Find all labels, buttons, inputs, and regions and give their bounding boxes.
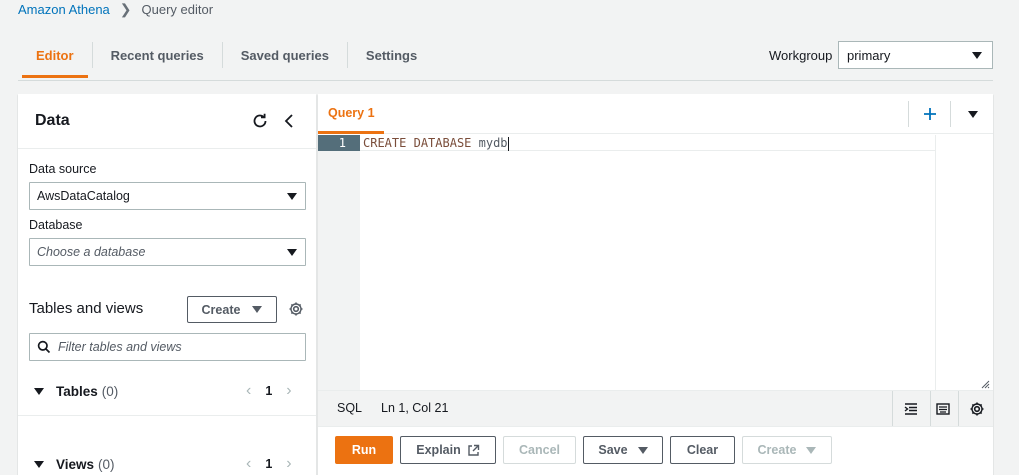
caret-down-icon [287,193,297,200]
tab-saved-queries[interactable]: Saved queries [223,42,347,78]
caret-down-icon [806,446,817,454]
explain-button[interactable]: Explain [400,436,496,464]
tab-underline-divider [18,80,993,81]
filter-tables-input[interactable]: Filter tables and views [29,333,306,361]
code-line-1[interactable]: CREATE DATABASE mydb [360,135,935,151]
query-tab-active-indicator [318,131,384,134]
create-button[interactable]: Create [742,436,832,464]
status-language: SQL [337,401,363,415]
tab-settings[interactable]: Settings [348,42,435,78]
create-action-label: Create [757,443,797,457]
tab-bar-divider [908,101,909,127]
caret-down-icon [637,446,648,454]
tables-pagination: ‹ 1 › [246,382,292,400]
caret-down-icon [34,388,44,395]
data-panel: Data Data source AwsDataCatalog Database… [18,94,316,475]
add-query-tab-icon[interactable] [920,104,940,124]
tables-section-header[interactable]: Tables (0) [34,384,118,399]
workgroup-select[interactable]: primary [838,41,993,69]
text-cursor [507,136,509,151]
explain-button-label: Explain [416,443,461,457]
query-tab-bar: Query 1 [318,94,993,134]
tab-recent-queries[interactable]: Recent queries [93,42,222,78]
tables-and-views-title: Tables and views [29,300,144,317]
gear-icon[interactable] [968,400,986,418]
cancel-button[interactable]: Cancel [503,436,576,464]
tables-page-number[interactable]: 1 [265,384,272,398]
database-select[interactable]: Choose a database [29,238,306,266]
caret-down-icon [972,52,982,59]
query-actions-bar: Run Explain Cancel Save Clear Create [318,426,993,475]
main-tabs: Editor Recent queries Saved queries Sett… [18,42,435,80]
run-button[interactable]: Run [335,436,393,464]
create-button-label: Create [201,302,241,317]
tables-count: (0) [101,384,119,399]
caret-down-icon [252,306,263,313]
chevron-left-icon[interactable]: ‹ [246,455,251,473]
chevron-right-icon[interactable]: › [286,382,291,400]
status-divider [930,391,931,427]
status-divider [892,391,893,427]
gear-icon[interactable] [287,300,305,318]
breadcrumb-current: Query editor [141,1,214,17]
data-source-select[interactable]: AwsDataCatalog [29,182,306,210]
breadcrumb-athena-link[interactable]: Amazon Athena [18,2,110,17]
caret-down-icon [287,249,297,256]
collapse-chevron-left-icon[interactable] [280,111,298,131]
status-cursor-position: Ln 1, Col 21 [381,401,449,415]
views-page-number[interactable]: 1 [265,457,272,471]
chevron-left-icon[interactable]: ‹ [246,382,251,400]
editor-status-bar: SQL Ln 1, Col 21 [318,390,993,427]
data-source-value: AwsDataCatalog [37,189,130,203]
format-query-icon[interactable] [902,400,920,418]
tab-editor[interactable]: Editor [18,42,92,78]
views-section-header[interactable]: Views (0) [34,457,115,472]
database-label: Database [29,218,83,232]
code-keyword: DATABASE [413,136,472,150]
tab-options-dropdown[interactable] [960,104,985,124]
clear-button[interactable]: Clear [670,436,735,464]
chevron-right-icon[interactable]: › [286,455,291,473]
data-panel-title: Data [35,112,70,129]
save-button-label: Save [598,443,628,457]
search-icon [37,340,51,354]
data-source-label: Data source [29,162,97,176]
editor-gutter [318,135,360,390]
refresh-icon[interactable] [250,111,270,131]
caret-down-icon [34,461,44,468]
workgroup-value: primary [847,48,891,63]
status-divider [958,391,959,427]
create-dropdown-button[interactable]: Create [187,296,277,323]
filter-placeholder: Filter tables and views [58,340,182,354]
code-keyword: CREATE [363,136,407,150]
data-panel-header: Data [18,94,316,149]
keyboard-shortcuts-icon[interactable] [934,400,952,418]
views-title: Views [56,457,95,472]
views-count: (0) [98,457,115,472]
caret-down-icon [968,111,978,118]
breadcrumb: Amazon Athena ❯ Query editor [18,1,213,17]
workgroup-label: Workgroup [769,48,833,63]
query-editor-panel: Query 1 1 CREATE DATABASE mydb SQL Ln 1,… [318,94,993,475]
resize-handle-icon[interactable] [980,376,990,389]
section-divider [18,415,316,416]
save-dropdown-button[interactable]: Save [583,436,663,464]
tables-title: Tables [56,384,98,399]
print-margin-line [935,135,936,390]
code-identifier: mydb [478,136,508,150]
line-number: 1 [318,135,360,151]
chevron-right-icon: ❯ [119,0,132,17]
query-tab-1[interactable]: Query 1 [328,106,375,120]
external-link-icon [468,444,479,456]
tab-bar-divider [950,101,951,127]
database-placeholder: Choose a database [37,245,146,259]
views-pagination: ‹ 1 › [246,455,292,473]
